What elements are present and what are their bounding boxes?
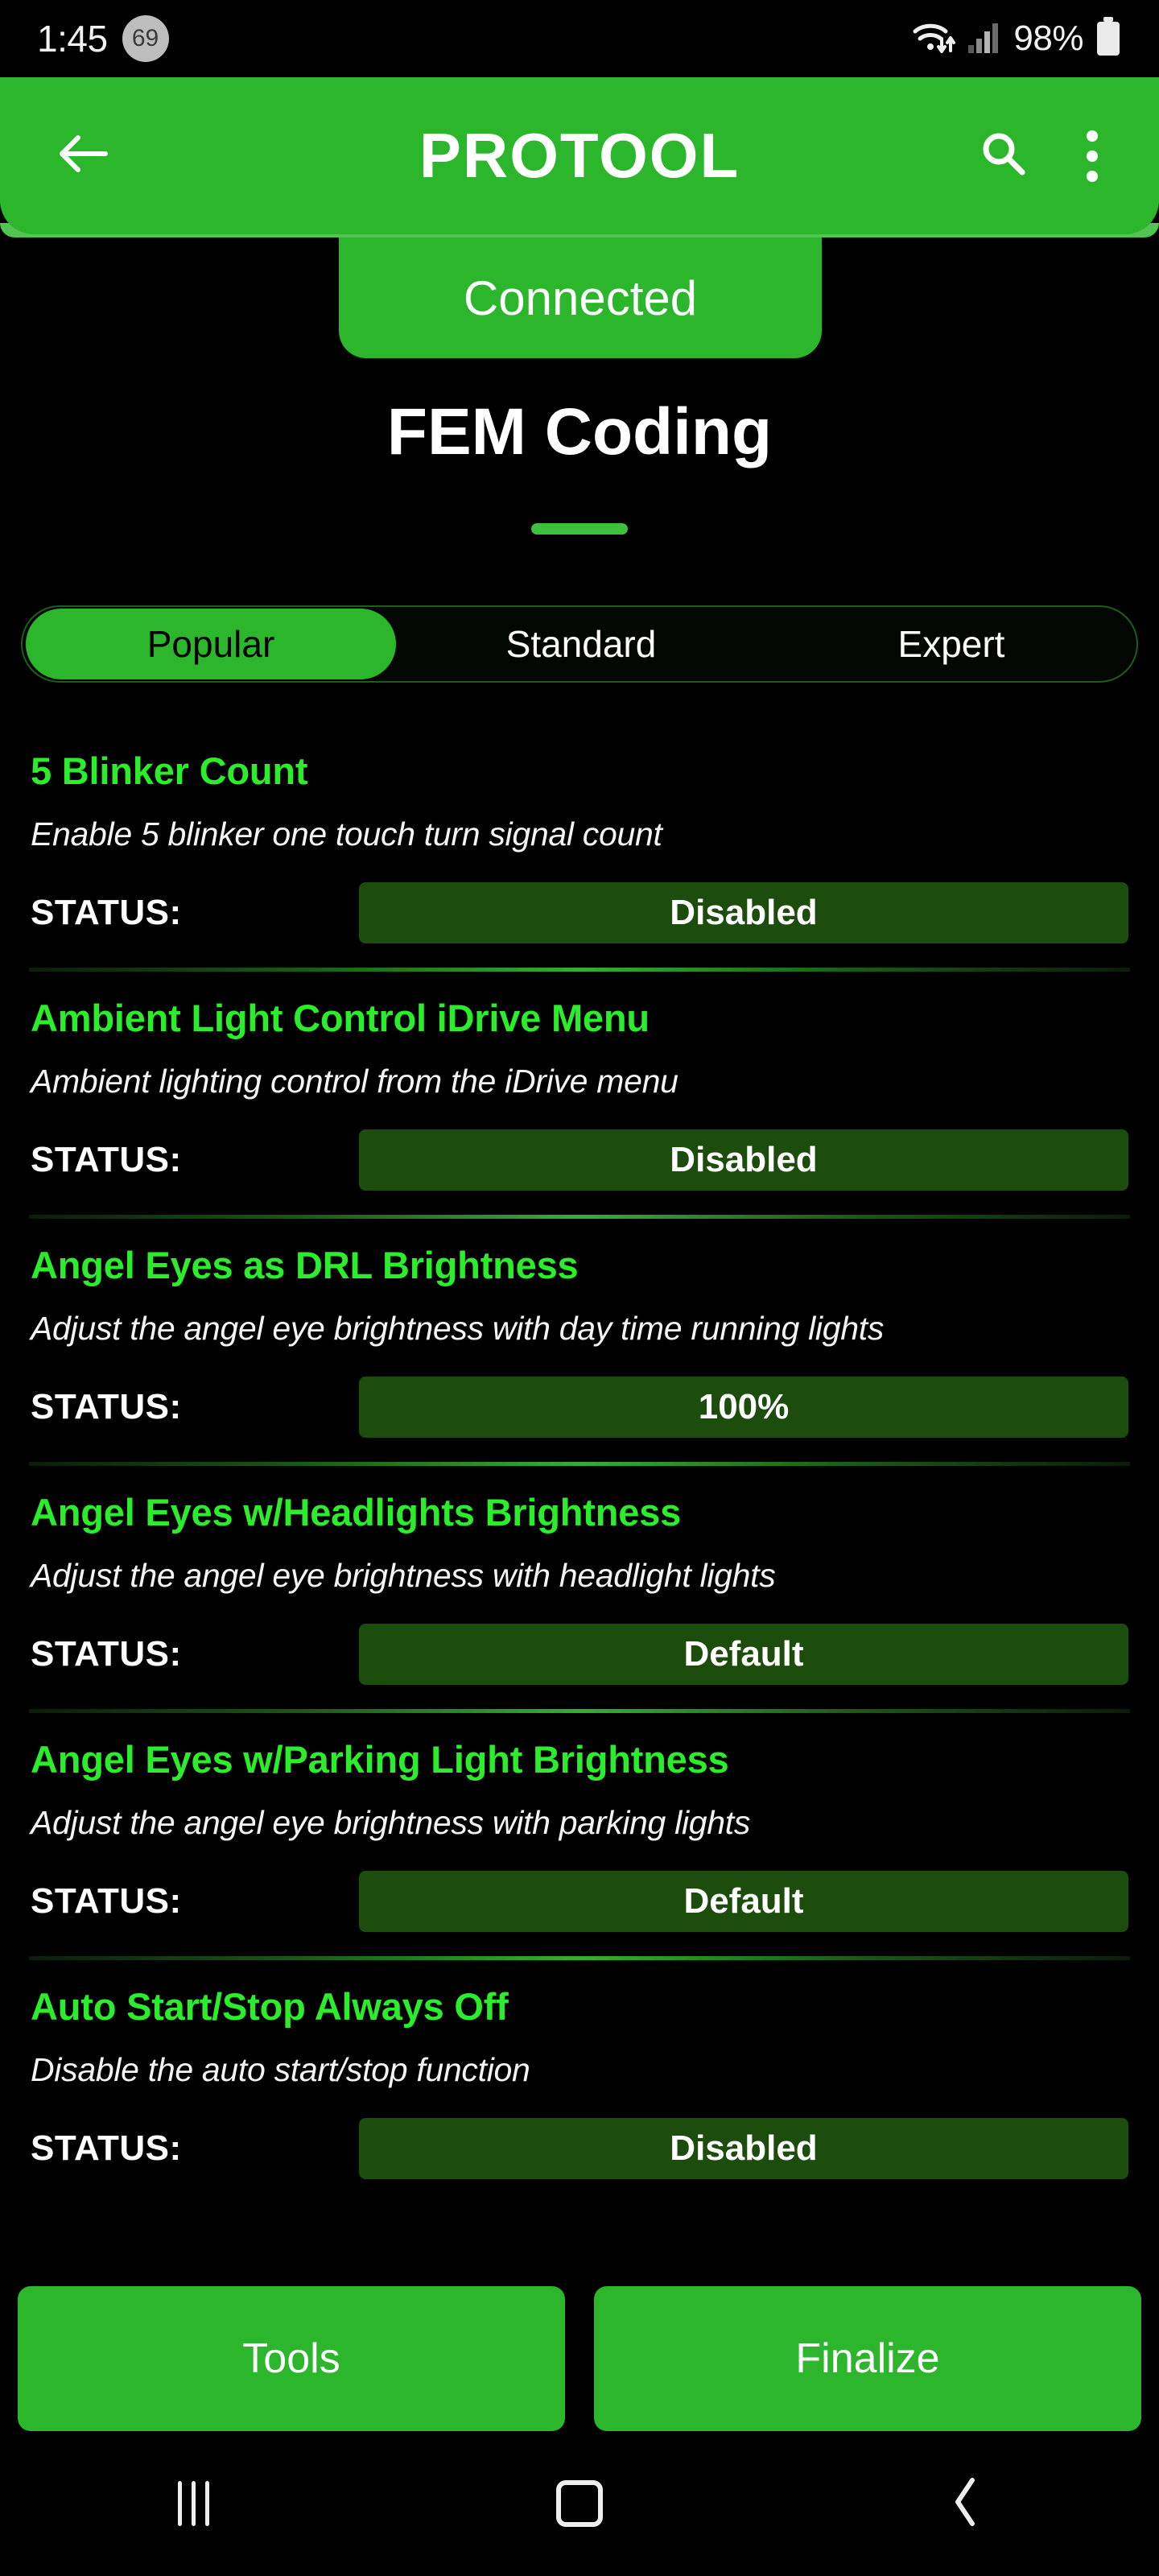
status-label: STATUS: [31,2128,182,2168]
more-vertical-icon [1087,130,1098,142]
status-label: STATUS: [31,893,182,932]
app-screen: 1:45 69 98% PROTOOL Connected FEM Coding… [0,0,1159,2576]
list-item[interactable]: Angel Eyes as DRL Brightness Adjust the … [0,1219,1159,1462]
cellular-signal-icon [967,19,1002,59]
option-title: Auto Start/Stop Always Off [31,1985,509,2028]
option-status-row: STATUS: Default [31,1842,1128,1956]
option-title: 5 Blinker Count [31,749,308,792]
battery-icon [1095,16,1122,61]
tab-expert[interactable]: Expert [766,609,1136,679]
coding-options-list[interactable]: 5 Blinker Count Enable 5 blinker one tou… [0,724,1159,2254]
page-title: FEM Coding [386,395,773,469]
system-back-button[interactable] [889,2455,1042,2552]
recents-icon [177,2481,209,2526]
battery-percent-label: 98% [1013,19,1083,58]
option-title: Angel Eyes as DRL Brightness [31,1244,579,1286]
option-description: Enable 5 blinker one touch turn signal c… [31,815,662,852]
app-bar: PROTOOL [0,77,1159,234]
status-value[interactable]: Disabled [359,2118,1128,2179]
category-tab-bar: Popular Standard Expert [21,605,1138,683]
status-bar-left: 1:45 69 [37,15,169,62]
option-description: Ambient lighting control from the iDrive… [31,1063,678,1100]
overflow-menu-button[interactable] [1064,118,1120,195]
search-icon [978,129,1028,183]
tab-standard[interactable]: Standard [396,609,766,679]
status-value[interactable]: Disabled [359,1129,1128,1191]
tools-button[interactable]: Tools [18,2286,565,2431]
option-status-row: STATUS: Disabled [31,853,1128,968]
status-value[interactable]: Disabled [359,882,1128,943]
recents-button[interactable] [117,2455,270,2552]
option-title: Angel Eyes w/Headlights Brightness [31,1491,682,1534]
list-item[interactable]: Auto Start/Stop Always Off Disable the a… [0,1960,1159,2203]
page-title-underline [531,523,628,535]
clock: 1:45 [37,18,108,60]
system-status-bar: 1:45 69 98% [0,0,1159,77]
option-description: Adjust the angel eye brightness with day… [31,1310,885,1347]
option-title: Ambient Light Control iDrive Menu [31,997,650,1039]
option-status-row: STATUS: Disabled [31,2089,1128,2203]
status-bar-right: 98% [910,16,1122,61]
more-vertical-icon-dot [1087,170,1098,182]
list-item[interactable]: Angel Eyes w/Headlights Brightness Adjus… [0,1466,1159,1709]
more-vertical-icon-dot [1087,150,1098,162]
android-navigation-bar [0,2431,1159,2576]
status-label: STATUS: [31,1140,182,1179]
home-icon [556,2480,603,2527]
search-button[interactable] [969,122,1037,190]
tab-popular[interactable]: Popular [26,609,396,679]
option-status-row: STATUS: Default [31,1595,1128,1709]
option-description: Adjust the angel eye brightness with hea… [31,1557,776,1594]
option-title: Angel Eyes w/Parking Light Brightness [31,1738,729,1781]
status-value[interactable]: Default [359,1871,1128,1932]
option-status-row: STATUS: 100% [31,1348,1128,1462]
status-label: STATUS: [31,1634,182,1674]
status-value[interactable]: Default [359,1624,1128,1685]
wifi-icon [910,18,956,60]
option-description: Adjust the angel eye brightness with par… [31,1804,751,1841]
list-item[interactable]: Ambient Light Control iDrive Menu Ambien… [0,972,1159,1215]
option-description: Disable the auto start/stop function [31,2051,530,2088]
status-label: STATUS: [31,1387,182,1426]
connection-status-badge: Connected [339,237,822,358]
back-chevron-icon [948,2475,984,2533]
bottom-action-bar: Tools Finalize [0,2286,1159,2431]
list-item[interactable]: 5 Blinker Count Enable 5 blinker one tou… [0,724,1159,968]
status-value[interactable]: 100% [359,1377,1128,1438]
finalize-button[interactable]: Finalize [594,2286,1141,2431]
list-item[interactable]: Angel Eyes w/Parking Light Brightness Ad… [0,1713,1159,1956]
notification-count-badge: 69 [122,15,169,62]
home-button[interactable] [503,2455,656,2552]
status-label: STATUS: [31,1881,182,1921]
option-status-row: STATUS: Disabled [31,1100,1128,1215]
